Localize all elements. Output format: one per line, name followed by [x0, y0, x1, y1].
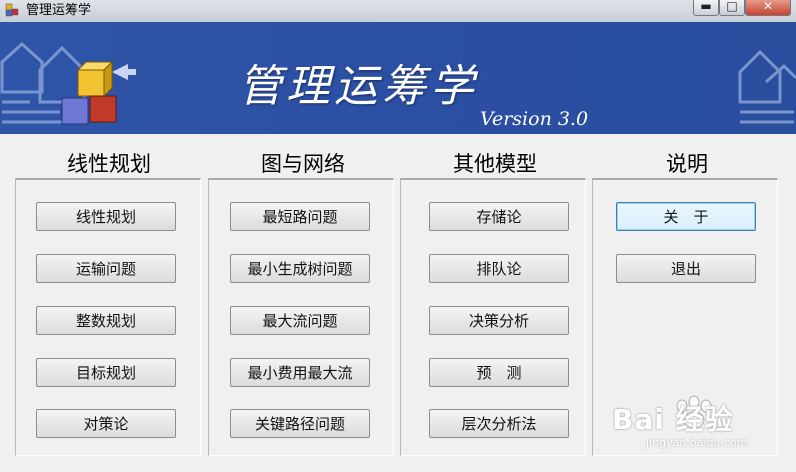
about-button[interactable]: 关 于 [616, 202, 756, 231]
min-cost-max-flow-button[interactable]: 最小费用最大流 [230, 358, 370, 387]
max-flow-button[interactable]: 最大流问题 [230, 306, 370, 335]
exit-button[interactable]: 退出 [616, 254, 756, 283]
close-button[interactable]: ✕ [745, 0, 791, 16]
header-banner: 管理运筹学 Version 3.0 [0, 22, 796, 134]
app-title: 管理运筹学 [238, 61, 478, 112]
houses-decoration-right [738, 49, 796, 124]
watermark-url: jingyan.baidu.com [646, 436, 748, 449]
goal-programming-button[interactable]: 目标规划 [36, 358, 176, 387]
section-title-linear: 线性规划 [67, 152, 151, 176]
min-spanning-tree-button[interactable]: 最小生成树问题 [230, 254, 370, 283]
decision-analysis-button[interactable]: 决策分析 [429, 306, 569, 335]
version-label: Version 3.0 [480, 108, 589, 130]
transportation-problem-button[interactable]: 运输问题 [36, 254, 176, 283]
watermark-brand: Bai 经验 [612, 403, 734, 436]
game-theory-button[interactable]: 对策论 [36, 409, 176, 438]
ahp-button[interactable]: 层次分析法 [429, 409, 569, 438]
maximize-button[interactable]: □ [719, 0, 745, 16]
section-title-about: 说明 [666, 152, 708, 176]
integer-programming-button[interactable]: 整数规划 [36, 306, 176, 335]
section-title-graph: 图与网络 [261, 152, 345, 176]
window-title: 管理运筹学 [26, 3, 92, 18]
queueing-theory-button[interactable]: 排队论 [429, 254, 569, 283]
app-icon [5, 3, 19, 17]
minimize-button[interactable]: ▬ [693, 0, 719, 16]
shortest-path-button[interactable]: 最短路问题 [230, 202, 370, 231]
houses-logo-decoration [0, 41, 136, 125]
section-title-other: 其他模型 [453, 152, 537, 176]
cubes-icon [61, 60, 117, 125]
critical-path-button[interactable]: 关键路径问题 [230, 409, 370, 438]
linear-programming-button[interactable]: 线性规划 [36, 202, 176, 231]
title-bar: 管理运筹学 ▬ □ ✕ [0, 0, 796, 22]
inventory-theory-button[interactable]: 存储论 [429, 202, 569, 231]
forecast-button[interactable]: 预 测 [429, 358, 569, 387]
